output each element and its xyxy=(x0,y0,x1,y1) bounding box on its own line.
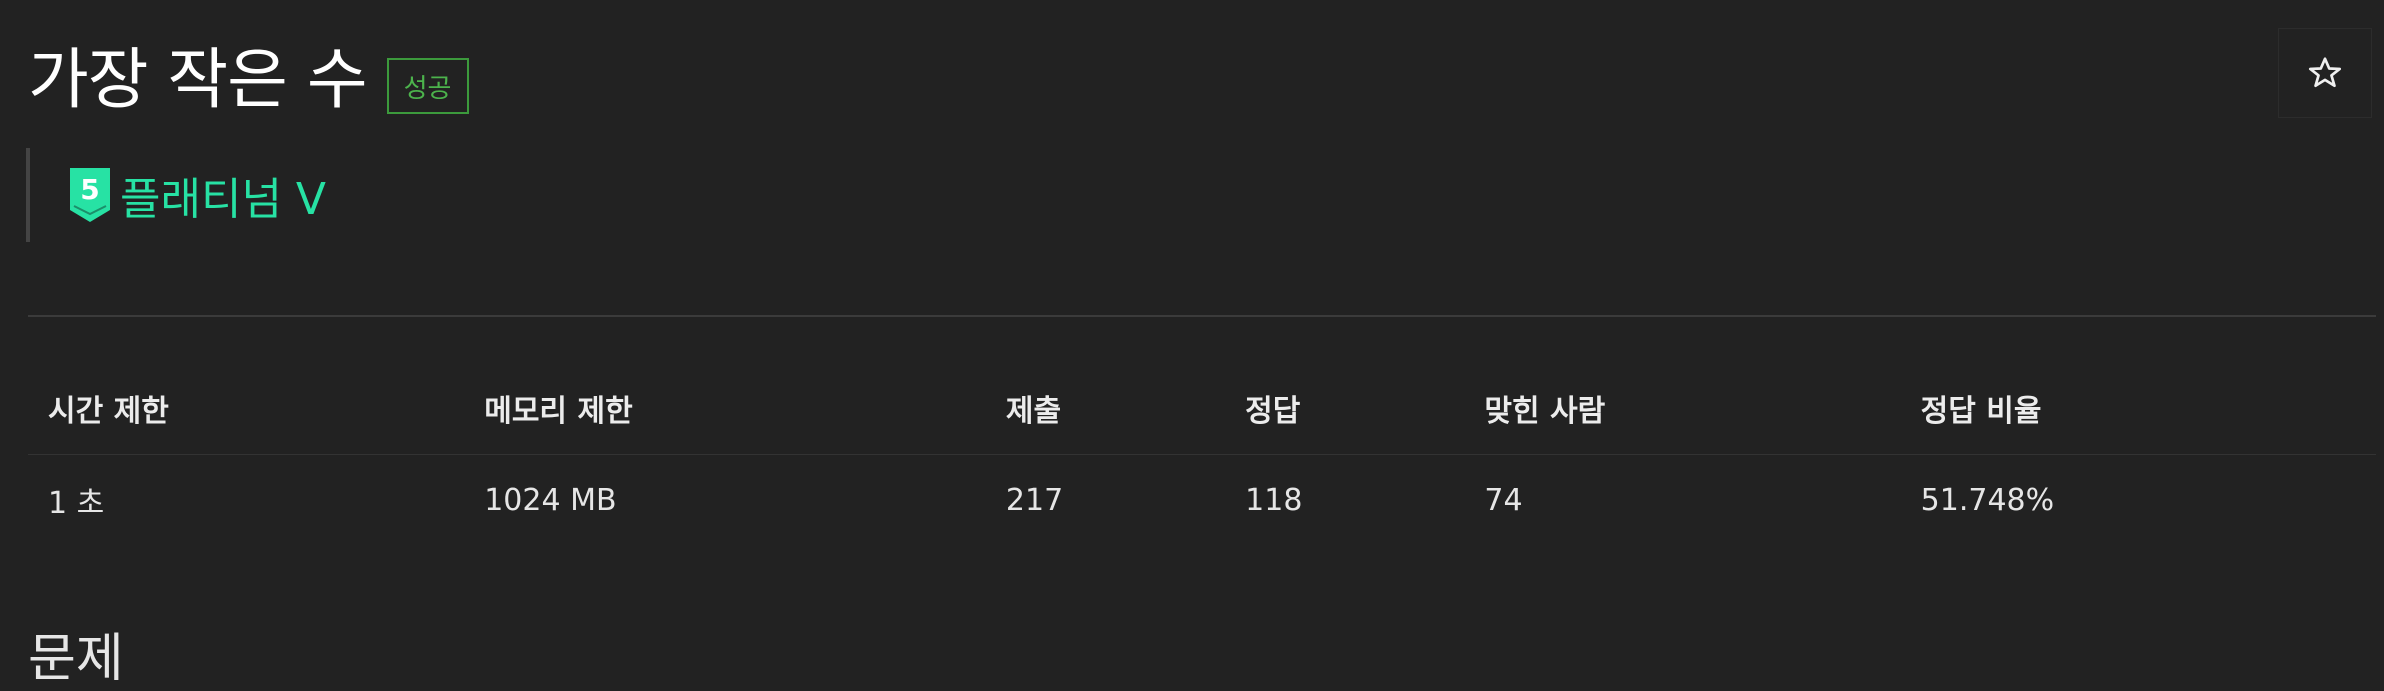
tier-label[interactable]: 플래티넘 V xyxy=(120,163,326,227)
tier-block: 5 플래티넘 V xyxy=(26,148,326,242)
header-memory-limit: 메모리 제한 xyxy=(464,362,986,455)
tier-number: 5 xyxy=(80,173,99,206)
header-time-limit: 시간 제한 xyxy=(28,362,465,455)
header-accept-ratio: 정답 비율 xyxy=(1900,362,2376,455)
tier-badge-icon: 5 xyxy=(70,168,110,222)
title-row: 가장 작은 수 성공 xyxy=(28,38,469,122)
problem-info-table: 시간 제한 메모리 제한 제출 정답 맞힌 사람 정답 비율 1 초 1024 … xyxy=(28,362,2376,545)
value-memory-limit: 1024 MB xyxy=(484,482,617,518)
value-accepted[interactable]: 118 xyxy=(1225,455,1464,546)
table-header-row: 시간 제한 메모리 제한 제출 정답 맞힌 사람 정답 비율 xyxy=(28,362,2376,455)
value-submissions[interactable]: 217 xyxy=(986,455,1225,546)
header-accepted: 정답 xyxy=(1225,362,1465,455)
value-solvers[interactable]: 74 xyxy=(1464,455,1900,546)
divider xyxy=(28,315,2376,317)
value-accept-ratio: 51.748% xyxy=(1920,482,2055,518)
value-time-limit: 1 초 xyxy=(48,486,105,521)
result-badge: 성공 xyxy=(386,58,469,114)
star-outline-icon xyxy=(2308,57,2342,88)
table-row: 1 초 1024 MB 217 118 74 51.748% xyxy=(28,455,2376,546)
section-title: 문제 xyxy=(28,629,124,689)
header-submissions: 제출 xyxy=(985,362,1226,455)
problem-title: 가장 작은 수 xyxy=(28,41,368,118)
header-solvers: 맞힌 사람 xyxy=(1464,362,1901,455)
star-button[interactable] xyxy=(2278,28,2372,118)
